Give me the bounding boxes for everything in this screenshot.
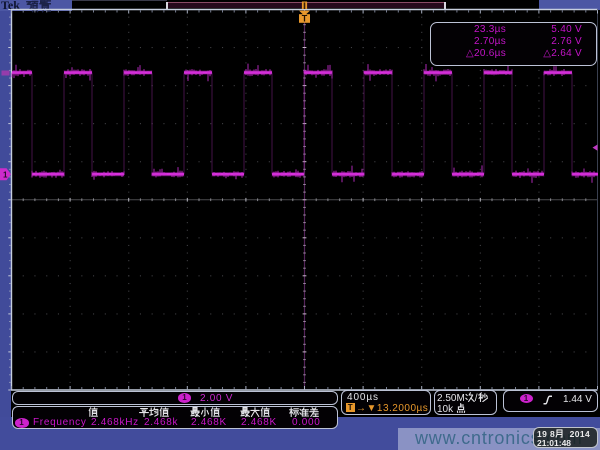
svg-text:1: 1 <box>3 170 8 179</box>
svg-text:T: T <box>302 14 308 24</box>
